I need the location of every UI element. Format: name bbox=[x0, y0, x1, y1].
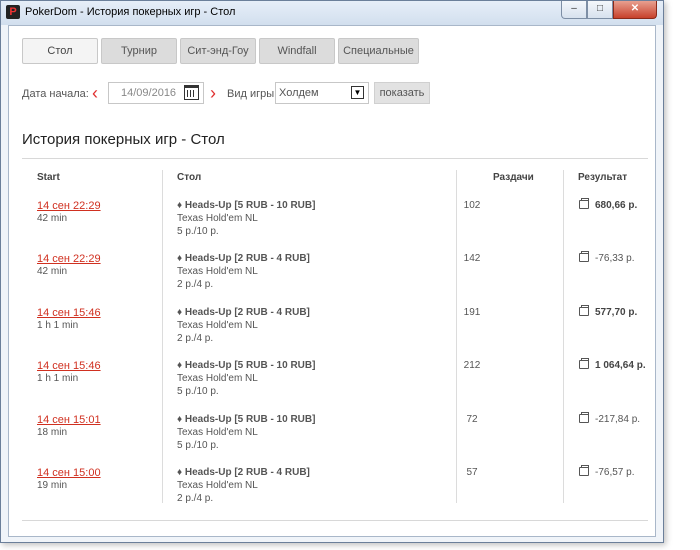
row-table-name: ♦ Heads-Up [2 RUB - 4 RUB] bbox=[177, 467, 310, 478]
chevron-down-icon[interactable]: ▼ bbox=[351, 86, 364, 99]
table-row[interactable]: 14 сен 15:01 18 min ♦ Heads-Up [5 RUB - … bbox=[22, 412, 648, 466]
row-duration: 18 min bbox=[37, 427, 68, 438]
row-result: 577,70 р. bbox=[595, 307, 638, 318]
row-game: Texas Hold'em NL bbox=[177, 373, 258, 384]
row-hands: 72 bbox=[466, 414, 478, 425]
row-hands: 191 bbox=[463, 307, 481, 318]
row-result: -76,33 р. bbox=[595, 253, 635, 264]
row-result: -76,57 р. bbox=[595, 467, 635, 478]
row-hands: 102 bbox=[463, 200, 481, 211]
row-hands: 212 bbox=[463, 360, 481, 371]
table-row[interactable]: 14 сен 15:46 1 h 1 min ♦ Heads-Up [5 RUB… bbox=[22, 358, 648, 412]
date-value: 14/09/2016 bbox=[121, 87, 177, 99]
window-title: PokerDom - История покерных игр - Стол bbox=[25, 6, 236, 18]
row-date-link[interactable]: 14 сен 22:29 bbox=[37, 200, 101, 212]
title-bar[interactable]: P PokerDom - История покерных игр - Стол… bbox=[1, 1, 663, 25]
row-duration: 42 min bbox=[37, 213, 68, 224]
row-duration: 42 min bbox=[37, 266, 68, 277]
minimize-button[interactable]: – bbox=[561, 1, 587, 19]
header-table[interactable]: Стол bbox=[177, 172, 201, 183]
bottom-divider bbox=[22, 520, 648, 521]
row-table-name: ♦ Heads-Up [2 RUB - 4 RUB] bbox=[177, 307, 310, 318]
wallet-icon bbox=[579, 251, 589, 262]
calendar-icon[interactable] bbox=[184, 85, 199, 100]
row-result: -217,84 р. bbox=[595, 414, 641, 425]
row-stakes: 5 р./10 р. bbox=[177, 386, 219, 397]
pokerdom-logo-icon: P bbox=[6, 5, 20, 19]
close-button[interactable]: ✕ bbox=[613, 1, 657, 19]
row-date-link[interactable]: 14 сен 15:46 bbox=[37, 360, 101, 372]
header-hands[interactable]: Раздачи bbox=[493, 172, 534, 183]
row-game: Texas Hold'em NL bbox=[177, 427, 258, 438]
row-date-link[interactable]: 14 сен 22:29 bbox=[37, 253, 101, 265]
row-date-link[interactable]: 14 сен 15:46 bbox=[37, 307, 101, 319]
game-type-tabs: Стол Турнир Сит-энд-Гоу Windfall Специал… bbox=[22, 38, 422, 64]
row-table-name: ♦ Heads-Up [5 RUB - 10 RUB] bbox=[177, 360, 316, 371]
tab-table[interactable]: Стол bbox=[22, 38, 98, 64]
table-row[interactable]: 14 сен 22:29 42 min ♦ Heads-Up [2 RUB - … bbox=[22, 251, 648, 305]
row-stakes: 2 р./4 р. bbox=[177, 279, 214, 290]
table-row[interactable]: 14 сен 15:46 1 h 1 min ♦ Heads-Up [2 RUB… bbox=[22, 305, 648, 359]
game-type-select[interactable]: Холдем ▼ bbox=[275, 82, 369, 104]
maximize-button[interactable]: □ bbox=[587, 1, 613, 19]
date-input[interactable]: 14/09/2016 bbox=[108, 82, 204, 104]
row-stakes: 2 р./4 р. bbox=[177, 333, 214, 344]
row-duration: 1 h 1 min bbox=[37, 320, 79, 331]
row-stakes: 5 р./10 р. bbox=[177, 440, 219, 451]
row-table-name: ♦ Heads-Up [5 RUB - 10 RUB] bbox=[177, 414, 316, 425]
next-date-icon[interactable]: › bbox=[210, 84, 216, 102]
tab-windfall[interactable]: Windfall bbox=[259, 38, 335, 64]
row-date-link[interactable]: 14 сен 15:01 bbox=[37, 414, 101, 426]
header-result[interactable]: Результат bbox=[578, 172, 627, 183]
page-title: История покерных игр - Стол bbox=[22, 131, 225, 148]
app-window: P PokerDom - История покерных игр - Стол… bbox=[0, 0, 664, 543]
row-table-name: ♦ Heads-Up [5 RUB - 10 RUB] bbox=[177, 200, 316, 211]
header-start[interactable]: Start bbox=[37, 172, 60, 183]
prev-date-icon[interactable]: ‹ bbox=[92, 84, 98, 102]
row-hands: 57 bbox=[466, 467, 478, 478]
show-button[interactable]: показать bbox=[374, 82, 430, 104]
row-result: 1 064,64 р. bbox=[595, 360, 646, 371]
row-duration: 19 min bbox=[37, 480, 68, 491]
wallet-icon bbox=[579, 198, 589, 209]
table-row[interactable]: 14 сен 15:00 19 min ♦ Heads-Up [2 RUB - … bbox=[22, 465, 648, 519]
start-date-label: Дата начала: bbox=[22, 88, 89, 100]
row-game: Texas Hold'em NL bbox=[177, 266, 258, 277]
content-area: Стол Турнир Сит-энд-Гоу Windfall Специал… bbox=[8, 25, 656, 537]
tab-special[interactable]: Специальные bbox=[338, 38, 419, 64]
tab-sit-and-go[interactable]: Сит-энд-Гоу bbox=[180, 38, 256, 64]
row-stakes: 5 р./10 р. bbox=[177, 226, 219, 237]
row-game: Texas Hold'em NL bbox=[177, 480, 258, 491]
game-type-label: Вид игры: bbox=[227, 88, 278, 100]
row-stakes: 2 р./4 р. bbox=[177, 493, 214, 504]
wallet-icon bbox=[579, 305, 589, 316]
row-result: 680,66 р. bbox=[595, 200, 638, 211]
history-table: Start Стол Раздачи Результат 14 сен 22:2… bbox=[22, 158, 648, 508]
game-type-value: Холдем bbox=[279, 87, 319, 99]
wallet-icon bbox=[579, 465, 589, 476]
tab-tournament[interactable]: Турнир bbox=[101, 38, 177, 64]
table-row[interactable]: 14 сен 22:29 42 min ♦ Heads-Up [5 RUB - … bbox=[22, 198, 648, 252]
row-game: Texas Hold'em NL bbox=[177, 213, 258, 224]
row-duration: 1 h 1 min bbox=[37, 373, 79, 384]
row-table-name: ♦ Heads-Up [2 RUB - 4 RUB] bbox=[177, 253, 310, 264]
row-date-link[interactable]: 14 сен 15:00 bbox=[37, 467, 101, 479]
filter-bar: Дата начала: ‹ 14/09/2016 › Вид игры: Хо… bbox=[22, 82, 642, 106]
window-controls: – □ ✕ bbox=[561, 1, 657, 19]
row-game: Texas Hold'em NL bbox=[177, 320, 258, 331]
wallet-icon bbox=[579, 412, 589, 423]
row-hands: 142 bbox=[463, 253, 481, 264]
wallet-icon bbox=[579, 358, 589, 369]
